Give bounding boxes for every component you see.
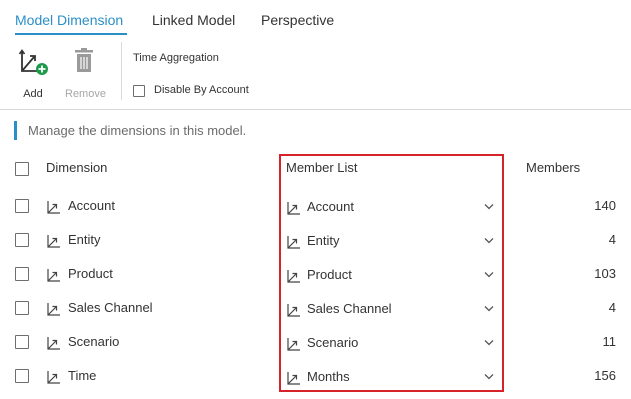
hint-accent-bar (14, 121, 17, 140)
dimension-name: Scenario (68, 334, 120, 349)
row-checkbox[interactable] (15, 335, 29, 349)
member-list-dropdown[interactable]: Account (286, 197, 498, 217)
dimension-name: Entity (68, 232, 101, 247)
row-checkbox[interactable] (15, 199, 29, 213)
dimension-icon (47, 235, 60, 248)
dimension-name: Time (68, 368, 97, 383)
member-list-dropdown[interactable]: Months (286, 367, 498, 387)
members-header: Members (526, 160, 581, 175)
dimension-icon (47, 303, 60, 316)
time-aggregation-label: Time Aggregation (133, 52, 219, 64)
tab-linked-model[interactable]: Linked Model (152, 12, 235, 28)
member-list-value: Account (307, 199, 354, 214)
add-button[interactable]: Add (13, 42, 53, 100)
dimension-name: Account (68, 198, 115, 213)
tab-bar: Model Dimension Linked Model Perspective (0, 0, 631, 36)
members-count: 4 (608, 300, 616, 315)
members-count: 156 (594, 368, 616, 383)
chevron-down-icon (484, 306, 494, 312)
members-count: 11 (602, 334, 617, 349)
dimension-icon (287, 202, 300, 215)
row-checkbox[interactable] (15, 369, 29, 383)
member-list-dropdown[interactable]: Product (286, 265, 498, 285)
dimension-icon (287, 338, 300, 351)
row-checkbox[interactable] (15, 301, 29, 315)
row-checkbox[interactable] (15, 267, 29, 281)
chevron-down-icon (484, 374, 494, 380)
tab-model-dimension[interactable]: Model Dimension (15, 12, 123, 28)
member-list-value: Entity (307, 233, 340, 248)
remove-button[interactable]: Remove (65, 42, 106, 100)
dimension-icon (47, 371, 60, 384)
dimension-name: Sales Channel (68, 300, 153, 315)
toolbar: Add Remove Time Aggregation Disable By A… (0, 36, 631, 110)
chevron-down-icon (484, 340, 494, 346)
member-list-dropdown[interactable]: Entity (286, 231, 498, 251)
dimension-icon (287, 236, 300, 249)
add-label: Add (23, 88, 43, 100)
row-checkbox[interactable] (15, 233, 29, 247)
member-list-dropdown[interactable]: Sales Channel (286, 299, 498, 319)
chevron-down-icon (484, 272, 494, 278)
dimension-icon (287, 270, 300, 283)
members-count: 103 (594, 266, 616, 281)
tab-perspective[interactable]: Perspective (261, 12, 334, 28)
disable-by-account-checkbox[interactable] (133, 85, 145, 97)
remove-label: Remove (65, 88, 106, 100)
dimension-icon (47, 337, 60, 350)
member-list-header: Member List (286, 160, 358, 175)
dimension-icon (287, 304, 300, 317)
add-dimension-icon (18, 49, 48, 75)
dimension-icon (47, 269, 60, 282)
member-list-dropdown[interactable]: Scenario (286, 333, 498, 353)
chevron-down-icon (484, 238, 494, 244)
members-count: 4 (608, 232, 616, 247)
members-count: 140 (594, 198, 616, 213)
dimension-icon (287, 372, 300, 385)
dimension-icon (47, 201, 60, 214)
active-tab-indicator (15, 33, 127, 35)
dimension-name: Product (68, 266, 113, 281)
member-list-value: Product (307, 267, 352, 282)
select-all-checkbox[interactable] (15, 162, 29, 176)
toolbar-divider (121, 42, 122, 100)
dimension-header: Dimension (46, 160, 108, 175)
member-list-value: Months (307, 369, 350, 384)
member-list-value: Scenario (307, 335, 359, 350)
disable-by-account-label: Disable By Account (154, 84, 249, 96)
member-list-value: Sales Channel (307, 301, 392, 316)
trash-icon (75, 48, 93, 72)
hint-text: Manage the dimensions in this model. (28, 123, 247, 138)
chevron-down-icon (484, 204, 494, 210)
